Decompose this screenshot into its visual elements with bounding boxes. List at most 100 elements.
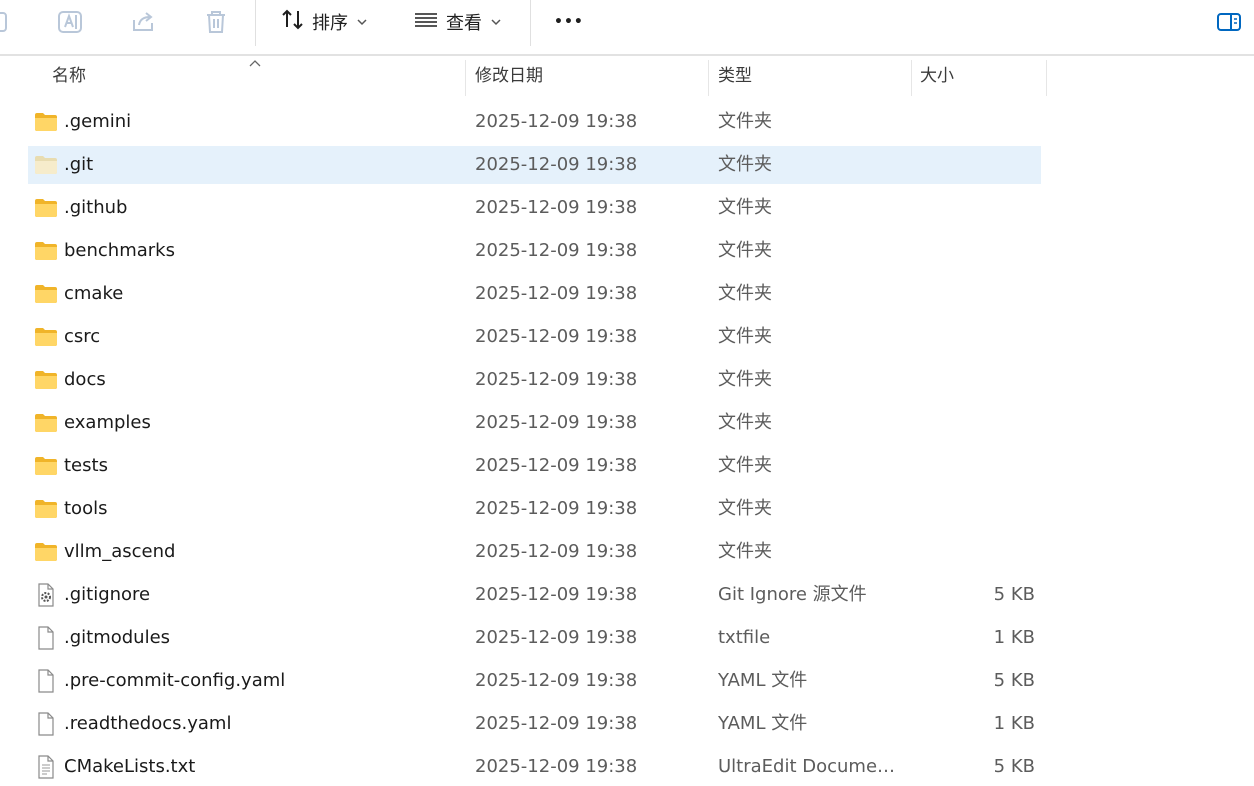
text-file-icon [34, 755, 58, 779]
details-pane-icon[interactable] [1215, 10, 1243, 38]
file-size [918, 189, 1035, 227]
file-size [918, 318, 1035, 356]
view-button[interactable]: 查看 [412, 6, 502, 38]
folder-icon [34, 155, 58, 175]
file-row[interactable]: CMakeLists.txt 2025-12-09 19:38 UltraEdit … [28, 748, 1041, 786]
file-row[interactable]: tests 2025-12-09 19:38 文件夹 [28, 447, 1041, 485]
file-modified-date: 2025-12-09 19:38 [475, 111, 638, 132]
folder-icon [34, 198, 58, 218]
file-type: YAML 文件 [718, 713, 808, 734]
file-name: cmake [64, 283, 124, 304]
file-name: CMakeLists.txt [64, 756, 196, 777]
file-modified-date: 2025-12-09 19:38 [475, 756, 638, 777]
file-name: .gemini [64, 111, 132, 132]
file-row[interactable]: benchmarks 2025-12-09 19:38 文件夹 [28, 232, 1041, 270]
file-size: 5 KB [993, 756, 1035, 777]
column-header-type[interactable]: 类型 [710, 56, 910, 96]
file-modified-date: 2025-12-09 19:38 [475, 713, 638, 734]
file-size [918, 146, 1035, 184]
file-size: 5 KB [993, 584, 1035, 605]
file-row[interactable]: .gitignore 2025-12-09 19:38 Git Ignore 源文件… [28, 576, 1041, 614]
toolbar-separator [530, 0, 531, 46]
file-name: benchmarks [64, 240, 175, 261]
folder-icon [34, 284, 58, 304]
more-options-button[interactable]: ••• [554, 6, 584, 38]
file-row[interactable]: tools 2025-12-09 19:38 文件夹 [28, 490, 1041, 528]
file-row[interactable]: .gemini 2025-12-09 19:38 文件夹 [28, 103, 1041, 141]
file-modified-date: 2025-12-09 19:38 [475, 197, 638, 218]
file-type: 文件夹 [718, 154, 772, 175]
file-name: docs [64, 369, 106, 390]
file-modified-date: 2025-12-09 19:38 [475, 498, 638, 519]
folder-icon [34, 456, 58, 476]
file-row[interactable]: .github 2025-12-09 19:38 文件夹 [28, 189, 1041, 227]
file-row[interactable]: .git 2025-12-09 19:38 文件夹 [28, 146, 1041, 184]
file-name: .readthedocs.yaml [64, 713, 232, 734]
column-divider[interactable] [465, 60, 466, 96]
more-icon: ••• [554, 14, 584, 30]
delete-icon[interactable] [202, 8, 230, 36]
sort-button[interactable]: 排序 [280, 6, 368, 38]
sort-icon [280, 7, 306, 37]
file-modified-date: 2025-12-09 19:38 [475, 627, 638, 648]
file-type: 文件夹 [718, 111, 772, 132]
file-row[interactable]: examples 2025-12-09 19:38 文件夹 [28, 404, 1041, 442]
file-name: examples [64, 412, 151, 433]
file-name: .git [64, 154, 94, 175]
file-type: 文件夹 [718, 283, 772, 304]
file-row[interactable]: docs 2025-12-09 19:38 文件夹 [28, 361, 1041, 399]
view-label: 查看 [446, 13, 482, 34]
file-type: 文件夹 [718, 240, 772, 261]
file-row[interactable]: vllm_ascend 2025-12-09 19:38 文件夹 [28, 533, 1041, 571]
file-name: .github [64, 197, 128, 218]
column-header-row: 名称 修改日期 类型 大小 [0, 56, 1254, 96]
file-name: .gitmodules [64, 627, 171, 648]
rename-icon[interactable] [57, 8, 85, 36]
share-icon[interactable] [130, 8, 158, 36]
file-size: 1 KB [993, 627, 1035, 648]
file-modified-date: 2025-12-09 19:38 [475, 670, 638, 691]
chevron-down-icon [490, 13, 502, 32]
folder-icon [34, 327, 58, 347]
file-row[interactable]: cmake 2025-12-09 19:38 文件夹 [28, 275, 1041, 313]
file-icon [34, 669, 58, 693]
file-type: YAML 文件 [718, 670, 808, 691]
file-modified-date: 2025-12-09 19:38 [475, 584, 638, 605]
file-modified-date: 2025-12-09 19:38 [475, 326, 638, 347]
file-type: Git Ignore 源文件 [718, 584, 867, 605]
file-row[interactable]: .gitmodules 2025-12-09 19:38 txtfile 1 KB [28, 619, 1041, 657]
copy-icon[interactable] [0, 8, 16, 36]
column-divider[interactable] [1046, 60, 1047, 96]
file-name: vllm_ascend [64, 541, 176, 562]
chevron-down-icon [356, 13, 368, 32]
file-name: csrc [64, 326, 101, 347]
file-row[interactable]: .pre-commit-config.yaml 2025-12-09 19:38 Y… [28, 662, 1041, 700]
file-size [918, 404, 1035, 442]
file-size [918, 361, 1035, 399]
folder-icon [34, 542, 58, 562]
file-modified-date: 2025-12-09 19:38 [475, 369, 638, 390]
file-row[interactable]: csrc 2025-12-09 19:38 文件夹 [28, 318, 1041, 356]
file-name: .pre-commit-config.yaml [64, 670, 286, 691]
file-type: txtfile [718, 627, 771, 648]
column-divider[interactable] [708, 60, 709, 96]
file-size [918, 232, 1035, 270]
column-header-date[interactable]: 修改日期 [467, 56, 707, 96]
folder-icon [34, 413, 58, 433]
file-row[interactable]: .readthedocs.yaml 2025-12-09 19:38 YAML 文件… [28, 705, 1041, 743]
file-name: .gitignore [64, 584, 151, 605]
file-size [918, 103, 1035, 141]
toolbar-separator [255, 0, 256, 46]
file-modified-date: 2025-12-09 19:38 [475, 240, 638, 261]
file-size: 5 KB [993, 670, 1035, 691]
file-type: 文件夹 [718, 541, 772, 562]
command-bar: 排序 查看 ••• [0, 0, 1254, 56]
column-header-size[interactable]: 大小 [912, 56, 1046, 96]
file-size [918, 275, 1035, 313]
folder-icon [34, 112, 58, 132]
file-size: 1 KB [993, 713, 1035, 734]
view-list-icon [412, 7, 440, 37]
file-type: 文件夹 [718, 369, 772, 390]
file-type: 文件夹 [718, 455, 772, 476]
file-type: 文件夹 [718, 326, 772, 347]
